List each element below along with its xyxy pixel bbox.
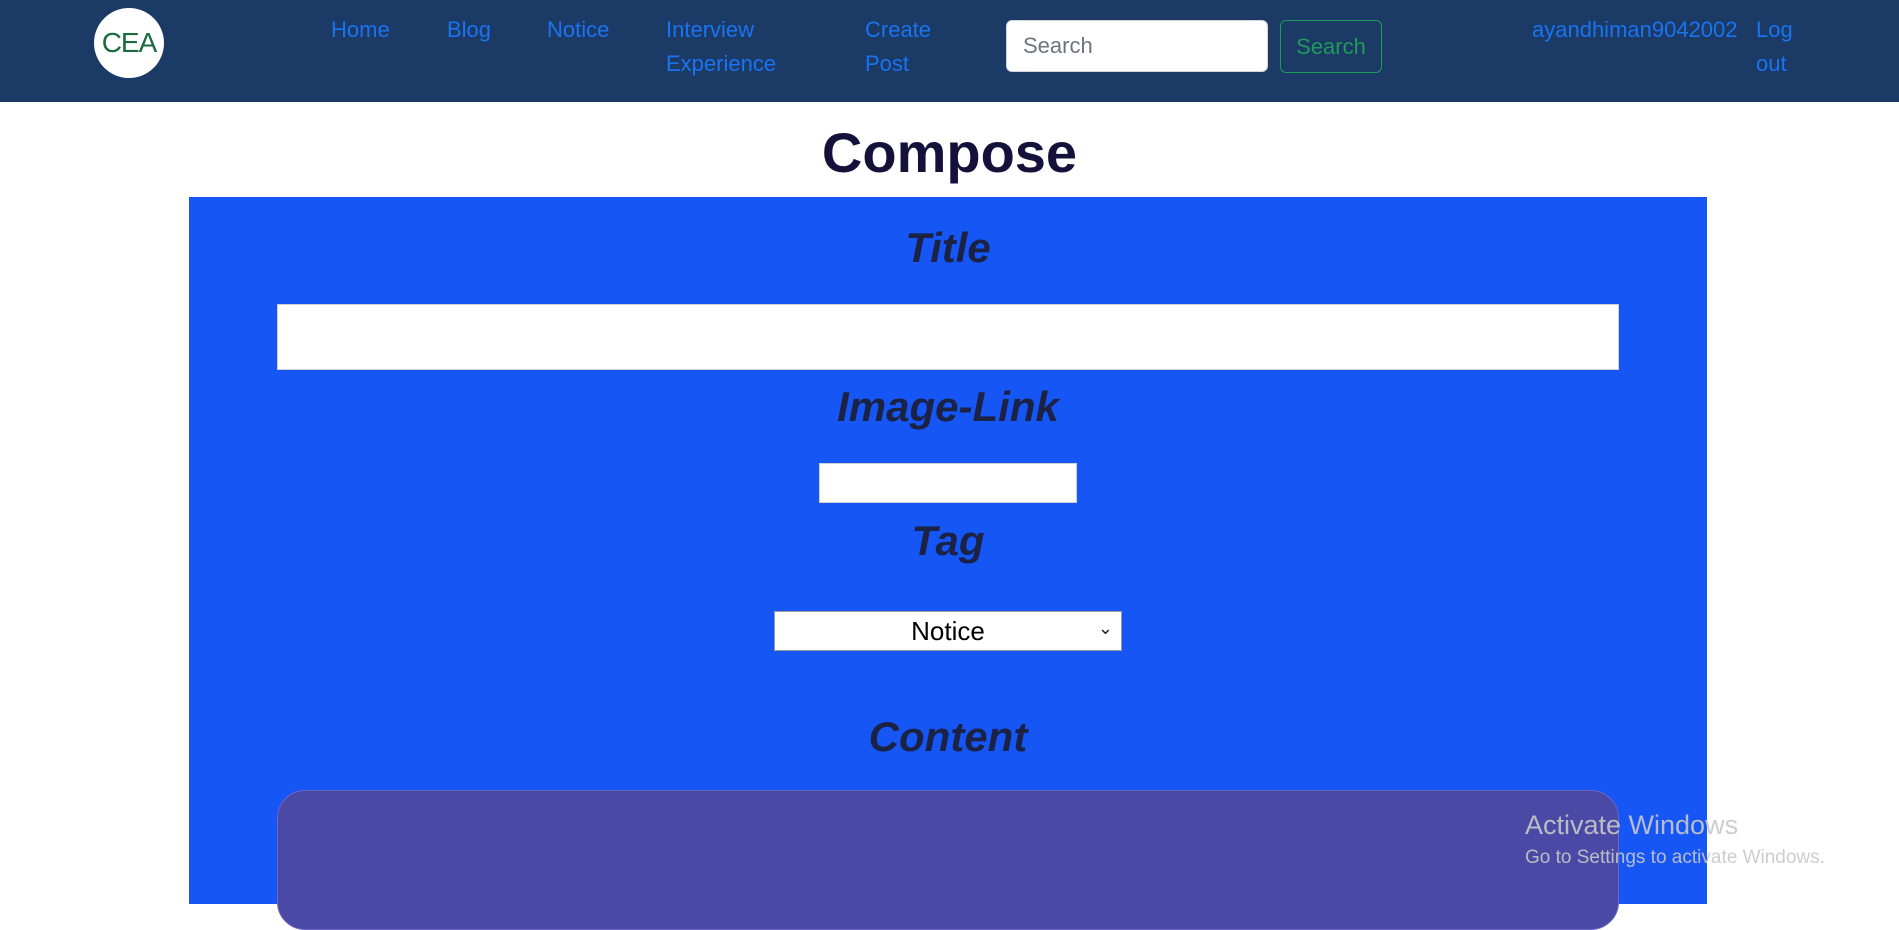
nav-interview-experience-link[interactable]: Interview Experience bbox=[666, 13, 776, 81]
nav-interview-line1: Interview bbox=[666, 17, 755, 42]
nav-notice-link[interactable]: Notice bbox=[547, 13, 609, 47]
nav-create-line2: Post bbox=[865, 51, 910, 76]
chevron-down-icon: ⌄ bbox=[1097, 618, 1113, 638]
logo-text: CEA bbox=[101, 27, 158, 58]
username-link[interactable]: ayandhiman9042002 bbox=[1532, 13, 1738, 47]
page-title: Compose bbox=[821, 121, 1078, 184]
nav-interview-line2: Experience bbox=[666, 51, 777, 76]
title-label: Title bbox=[905, 224, 991, 271]
tag-select[interactable]: Notice ⌄ bbox=[774, 611, 1122, 651]
nav-create-line1: Create bbox=[865, 17, 932, 42]
content-label: Content bbox=[868, 713, 1028, 760]
nav-home-link[interactable]: Home bbox=[331, 13, 390, 47]
nav-blog-link[interactable]: Blog bbox=[447, 13, 491, 47]
logout-line1: Log bbox=[1756, 17, 1793, 42]
image-link-label: Image-Link bbox=[837, 383, 1059, 430]
logout-link[interactable]: Log out bbox=[1756, 13, 1793, 81]
activate-windows-title: Activate Windows bbox=[1525, 810, 1739, 840]
content-textarea[interactable] bbox=[277, 790, 1619, 930]
title-input[interactable] bbox=[277, 304, 1619, 370]
activate-windows-subtitle: Go to Settings to activate Windows. bbox=[1525, 847, 1825, 868]
tag-label: Tag bbox=[911, 517, 985, 564]
logout-line2: out bbox=[1756, 51, 1787, 76]
navbar: CEA Home Blog Notice Interview Experienc… bbox=[0, 0, 1899, 102]
search-input[interactable] bbox=[1006, 20, 1268, 72]
tag-selected-value: Notice bbox=[911, 615, 985, 646]
search-button[interactable]: Search bbox=[1280, 20, 1382, 73]
compose-form: Title Image-Link Tag Notice ⌄ Content bbox=[189, 197, 1707, 930]
cea-logo[interactable]: CEA bbox=[94, 8, 164, 78]
image-link-input[interactable] bbox=[819, 463, 1077, 503]
nav-create-post-link[interactable]: Create Post bbox=[865, 13, 931, 81]
